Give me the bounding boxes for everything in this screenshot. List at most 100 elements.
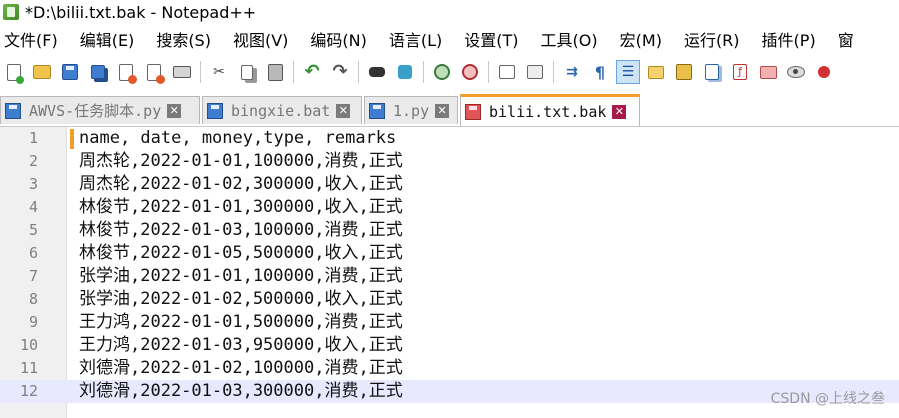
line-text[interactable]: 张学油,2022-01-01,100000,消费,正式 [79, 265, 403, 288]
editor-line[interactable]: 2 周杰轮,2022-01-01,100000,消费,正式 [0, 150, 899, 173]
close-all-icon[interactable] [142, 60, 166, 84]
tab-label: bilii.txt.bak [489, 102, 607, 121]
tab-label: bingxie.bat [231, 101, 331, 120]
menu-run[interactable]: 运行(R) [680, 27, 748, 55]
menu-tools[interactable]: 工具(O) [537, 27, 606, 55]
open-icon[interactable] [30, 60, 54, 84]
line-number: 8 [28, 290, 38, 308]
menu-window[interactable]: 窗 [834, 27, 862, 55]
editor-line[interactable]: 3 周杰轮,2022-01-02,300000,收入,正式 [0, 173, 899, 196]
line-number: 4 [28, 198, 38, 216]
print-icon[interactable] [170, 60, 194, 84]
editor-line[interactable]: 7 张学油,2022-01-01,100000,消费,正式 [0, 265, 899, 288]
line-text[interactable]: 周杰轮,2022-01-01,100000,消费,正式 [79, 150, 403, 173]
tab-close-icon[interactable]: ✕ [435, 103, 450, 118]
editor-line-current[interactable]: 12 刘德滑,2022-01-03,300000,消费,正式 [0, 380, 899, 403]
editor-line[interactable]: 9 王力鸿,2022-01-01,500000,消费,正式 [0, 311, 899, 334]
redo-icon[interactable]: ↷ [328, 60, 352, 84]
line-number: 5 [28, 221, 38, 239]
monitoring-icon[interactable] [784, 60, 808, 84]
line-text[interactable]: 林俊节,2022-01-01,300000,收入,正式 [79, 196, 403, 219]
line-number: 1 [28, 129, 38, 147]
menu-language[interactable]: 语言(L) [385, 27, 450, 55]
function-list-icon[interactable]: ƒ [728, 60, 752, 84]
document-list-icon[interactable] [700, 60, 724, 84]
new-icon[interactable] [2, 60, 26, 84]
save-all-icon[interactable] [86, 60, 110, 84]
word-wrap-icon[interactable]: ⇉ [560, 60, 584, 84]
toolbar-separator [200, 61, 201, 83]
menu-view[interactable]: 视图(V) [229, 27, 296, 55]
saved-file-icon [369, 102, 385, 119]
find-icon[interactable] [365, 60, 389, 84]
line-number: 7 [28, 267, 38, 285]
line-text[interactable]: 王力鸿,2022-01-01,500000,消费,正式 [79, 311, 403, 334]
line-number: 6 [28, 244, 38, 262]
zoom-out-icon[interactable] [458, 60, 482, 84]
toolbar-separator [423, 61, 424, 83]
editor-line[interactable]: 1 name, date, money,type, remarks [0, 127, 899, 150]
menu-encoding[interactable]: 编码(N) [306, 27, 374, 55]
line-number: 9 [28, 313, 38, 331]
menu-search[interactable]: 搜索(S) [152, 27, 219, 55]
notepadpp-app-icon [3, 4, 19, 20]
tab-close-icon[interactable]: ✕ [612, 104, 627, 119]
line-text[interactable]: 张学油,2022-01-02,500000,收入,正式 [79, 288, 403, 311]
tab-awvs-script[interactable]: AWVS-任务脚本.py ✕ [0, 96, 200, 124]
line-text[interactable]: 周杰轮,2022-01-02,300000,收入,正式 [79, 173, 403, 196]
editor-line[interactable]: 6 林俊节,2022-01-05,500000,收入,正式 [0, 242, 899, 265]
copy-icon[interactable] [235, 60, 259, 84]
undo-icon[interactable]: ↶ [300, 60, 324, 84]
tab-close-icon[interactable]: ✕ [167, 103, 182, 118]
record-macro-icon[interactable] [812, 60, 836, 84]
toolbar-separator [358, 61, 359, 83]
tab-close-icon[interactable]: ✕ [336, 103, 351, 118]
user-defined-lang-icon[interactable] [644, 60, 668, 84]
menu-edit[interactable]: 编辑(E) [76, 27, 143, 55]
menu-plugins[interactable]: 插件(P) [758, 27, 824, 55]
line-text[interactable]: 王力鸿,2022-01-03,950000,收入,正式 [79, 334, 403, 357]
cut-icon[interactable]: ✂ [207, 60, 231, 84]
menu-bar: 文件(F) 编辑(E) 搜索(S) 视图(V) 编码(N) 语言(L) 设置(T… [0, 27, 899, 55]
menu-macro[interactable]: 宏(M) [616, 27, 670, 55]
save-icon[interactable] [58, 60, 82, 84]
replace-icon[interactable] [393, 60, 417, 84]
title-bar: *D:\bilii.txt.bak - Notepad++ [0, 0, 899, 24]
indent-guide-icon[interactable]: ☰ [616, 60, 640, 84]
close-icon[interactable] [114, 60, 138, 84]
window-title: *D:\bilii.txt.bak - Notepad++ [25, 2, 257, 22]
sync-horizontal-icon[interactable] [523, 60, 547, 84]
folder-workspace-icon[interactable] [756, 60, 780, 84]
tab-bingxie-bat[interactable]: bingxie.bat ✕ [202, 96, 362, 124]
line-text[interactable]: 刘德滑,2022-01-03,300000,消费,正式 [79, 380, 403, 403]
watermark: CSDN @上线之叁 [770, 391, 885, 407]
sync-vertical-icon[interactable] [495, 60, 519, 84]
zoom-in-icon[interactable] [430, 60, 454, 84]
saved-file-icon [207, 102, 223, 119]
line-text[interactable]: name, date, money,type, remarks [79, 127, 396, 150]
menu-file[interactable]: 文件(F) [0, 27, 66, 55]
line-number: 3 [28, 175, 38, 193]
document-map-icon[interactable] [672, 60, 696, 84]
editor-line[interactable]: 11 刘德滑,2022-01-02,100000,消费,正式 [0, 357, 899, 380]
tab-label: AWVS-任务脚本.py [29, 102, 162, 120]
tab-1-py[interactable]: 1.py ✕ [364, 96, 458, 124]
editor-line[interactable]: 8 张学油,2022-01-02,500000,收入,正式 [0, 288, 899, 311]
paste-icon[interactable] [263, 60, 287, 84]
editor-area[interactable]: 1 name, date, money,type, remarks 2 周杰轮,… [0, 127, 899, 418]
editor-line[interactable]: 10 王力鸿,2022-01-03,950000,收入,正式 [0, 334, 899, 357]
line-text[interactable]: 林俊节,2022-01-03,100000,消费,正式 [79, 219, 403, 242]
show-all-chars-icon[interactable]: ¶ [588, 60, 612, 84]
menu-settings[interactable]: 设置(T) [460, 27, 526, 55]
line-number: 2 [28, 152, 38, 170]
tab-label: 1.py [393, 101, 430, 120]
editor-line[interactable]: 4 林俊节,2022-01-01,300000,收入,正式 [0, 196, 899, 219]
toolbar: ✂ ↶ ↷ ⇉ ¶ ☰ ƒ [0, 56, 899, 88]
editor-line[interactable]: 5 林俊节,2022-01-03,100000,消费,正式 [0, 219, 899, 242]
toolbar-separator [293, 61, 294, 83]
line-number: 11 [19, 359, 38, 377]
line-text[interactable]: 刘德滑,2022-01-02,100000,消费,正式 [79, 357, 403, 380]
tab-bilii-txt-bak[interactable]: bilii.txt.bak ✕ [460, 94, 640, 126]
line-number: 12 [19, 382, 38, 400]
line-text[interactable]: 林俊节,2022-01-05,500000,收入,正式 [79, 242, 403, 265]
